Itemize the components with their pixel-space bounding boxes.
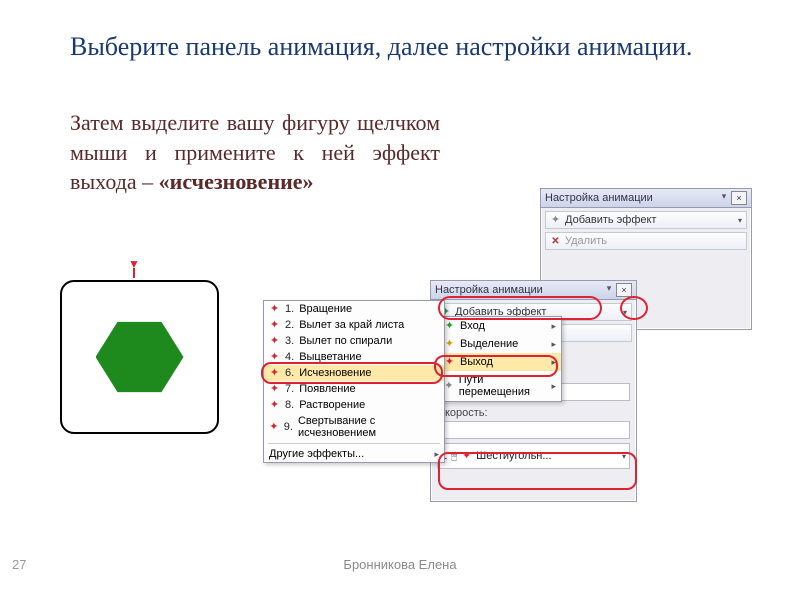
submenu-item[interactable]: ✦ 7. Появление — [264, 381, 444, 397]
close-icon[interactable]: × — [616, 283, 632, 297]
submenu-item-label: Вращение — [299, 303, 352, 315]
submenu-item-label: Выцветание — [299, 351, 361, 363]
dropdown-item-label: Выделение — [460, 338, 518, 350]
star-icon: ✦ — [269, 422, 279, 433]
add-effect-button[interactable]: ✦ Добавить эффект ▾ — [545, 211, 747, 229]
star-icon: ✦ — [269, 368, 280, 379]
dropdown-item[interactable]: ✦ Выход ▸ — [439, 353, 561, 371]
star-icon: ✦ — [269, 320, 280, 331]
chevron-down-icon: ▾ — [622, 452, 626, 461]
effect-list-item[interactable]: 1 🖱 ✦ Шестиугольн... ▾ — [437, 443, 630, 469]
item-number: 4. — [285, 351, 294, 363]
slide-title: Выберите панель анимация, далее настройк… — [70, 30, 750, 64]
dropdown-item-label: Пути перемещения — [459, 374, 547, 398]
submenu-item-label: Вылет за край листа — [299, 319, 404, 331]
slide-body: Затем выделите вашу фигуру щелчком мыши … — [70, 108, 440, 197]
item-number: 1. — [285, 303, 294, 315]
speed-field[interactable] — [437, 421, 630, 439]
item-number: 9. — [284, 421, 293, 433]
add-effect-dropdown: ✦ Вход ▸ ✦ Выделение ▸ ✦ Выход ▸ ✦ Пути перемещени… — [438, 316, 562, 402]
item-number: 8. — [285, 399, 294, 411]
chevron-right-icon: ▸ — [551, 357, 556, 368]
submenu-item[interactable]: ✦ 8. Растворение — [264, 397, 444, 413]
item-number: 2. — [285, 319, 294, 331]
body-bold: «исчезновение» — [159, 169, 314, 194]
submenu-item-label: Вылет по спирали — [299, 335, 392, 347]
star-icon: ✦ — [444, 381, 454, 392]
dropdown-item[interactable]: ✦ Пути перемещения ▸ — [439, 371, 561, 401]
dropdown-item-label: Вход — [460, 320, 485, 332]
red-arrow-indicator: ▼ — [128, 260, 140, 278]
chevron-right-icon: ▸ — [551, 339, 556, 350]
star-icon: ✦ — [269, 400, 280, 411]
dropdown-item[interactable]: ✦ Выделение ▸ — [439, 335, 561, 353]
star-icon: ✦ — [461, 451, 472, 462]
pane-title: Настройка анимации — [435, 284, 543, 296]
shape-preview-card — [60, 280, 219, 434]
dropdown-item[interactable]: ✦ Вход ▸ — [439, 317, 561, 335]
hexagon-shape — [96, 318, 184, 396]
more-effects-item[interactable]: Другие эффекты... ▸ — [264, 446, 444, 462]
item-number: 3. — [285, 335, 294, 347]
remove-label: Удалить — [565, 235, 607, 247]
pane-title: Настройка анимации — [545, 192, 653, 204]
submenu-item[interactable]: ✦ 2. Вылет за край листа — [264, 317, 444, 333]
star-icon: ✦ — [444, 339, 455, 350]
close-icon[interactable]: × — [731, 191, 747, 205]
star-icon: ✦ — [269, 336, 280, 347]
chevron-right-icon: ▸ — [551, 321, 556, 332]
speed-label: Скорость: — [431, 403, 636, 419]
star-icon: ✦ — [550, 215, 561, 226]
star-icon: ✦ — [444, 357, 455, 368]
chevron-down-icon: ▾ — [738, 216, 742, 225]
star-icon: ✦ — [269, 304, 280, 315]
submenu-item-label: Исчезновение — [299, 367, 371, 379]
star-icon: ✦ — [269, 352, 280, 363]
separator — [268, 443, 440, 444]
star-icon: ✦ — [444, 321, 455, 332]
x-icon: ✕ — [550, 236, 561, 247]
exit-effects-submenu: ✦ 1. Вращение ✦ 2. Вылет за край листа ✦ 3. Выле… — [263, 300, 445, 463]
add-effect-label: Добавить эффект — [565, 214, 656, 226]
pane-menu-icon: ▾ — [719, 191, 729, 205]
star-icon: ✦ — [269, 384, 280, 395]
submenu-item-label: Свертывание с исчезновением — [298, 415, 439, 439]
chevron-down-icon: ▾ — [623, 308, 627, 317]
submenu-item-label: Растворение — [299, 399, 365, 411]
pane-titlebar: Настройка анимации ▾ × — [541, 189, 751, 208]
more-effects-label: Другие эффекты... — [269, 448, 364, 460]
item-number: 7. — [285, 383, 294, 395]
item-number: 6. — [285, 367, 294, 379]
remove-button[interactable]: ✕ Удалить — [545, 232, 747, 250]
submenu-item[interactable]: ✦ 6. Исчезновение — [264, 365, 444, 381]
mouse-icon: 🖱 — [451, 451, 457, 462]
submenu-item[interactable]: ✦ 4. Выцветание — [264, 349, 444, 365]
item-label: Шестиугольн... — [476, 450, 551, 462]
chevron-right-icon: ▸ — [551, 381, 556, 392]
slide-footer: Бронникова Елена — [0, 557, 800, 572]
submenu-item[interactable]: ✦ 9. Свертывание с исчезновением — [264, 413, 444, 441]
submenu-item-label: Появление — [299, 383, 355, 395]
pane-titlebar: Настройка анимации ▾ × — [431, 281, 636, 300]
pane-menu-icon: ▾ — [604, 283, 614, 297]
submenu-item[interactable]: ✦ 1. Вращение — [264, 301, 444, 317]
dropdown-item-label: Выход — [460, 356, 493, 368]
submenu-item[interactable]: ✦ 3. Вылет по спирали — [264, 333, 444, 349]
chevron-right-icon: ▸ — [434, 449, 439, 460]
